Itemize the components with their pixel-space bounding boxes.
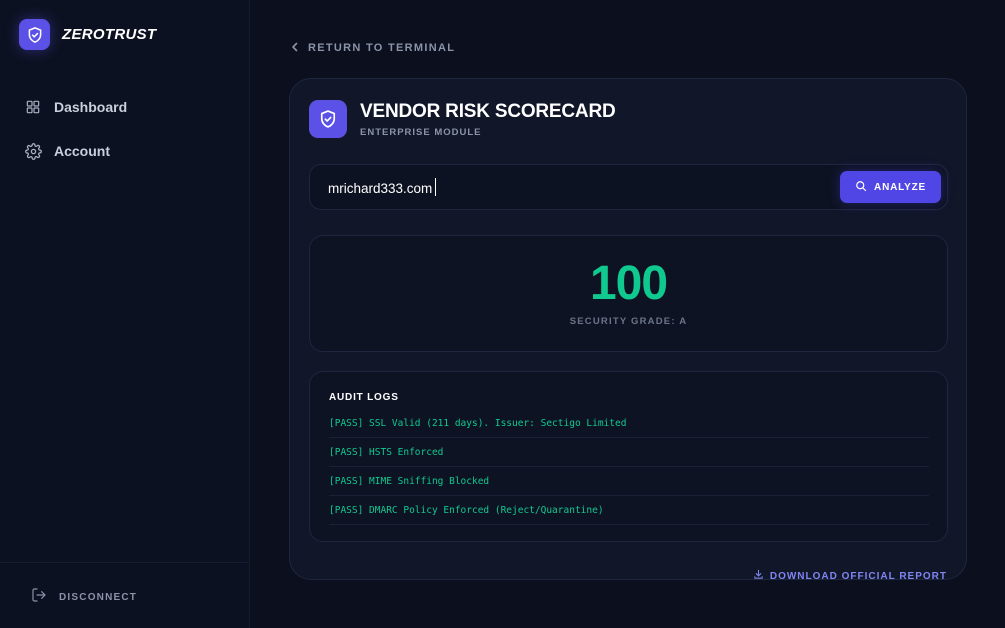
page-title: VENDOR RISK SCORECARD <box>360 100 616 122</box>
sidebar-item-account[interactable]: Account <box>24 140 127 162</box>
sidebar-item-label: Account <box>54 143 110 159</box>
search-icon <box>855 180 867 195</box>
scorecard-card: VENDOR RISK SCORECARD ENTERPRISE MODULE … <box>289 78 967 582</box>
audit-log-entry: [PASS] MIME Sniffing Blocked <box>329 467 929 496</box>
text-caret <box>435 178 436 196</box>
brand-name: ZEROTRUST <box>62 26 157 43</box>
audit-log-entry: [PASS] HSTS Enforced <box>329 438 929 467</box>
audit-logs-panel: AUDIT LOGS [PASS] SSL Valid (211 days). … <box>309 371 948 542</box>
sidebar-item-label: Dashboard <box>54 99 128 115</box>
return-label: RETURN TO TERMINAL <box>308 42 456 54</box>
audit-log-entry: [PASS] SSL Valid (211 days). Issuer: Sec… <box>329 409 929 438</box>
grid-icon <box>24 98 42 116</box>
audit-log-entry: [PASS] DMARC Policy Enforced (Reject/Qua… <box>329 496 929 525</box>
disconnect-label: DISCONNECT <box>59 592 138 603</box>
return-to-terminal-link[interactable]: RETURN TO TERMINAL <box>291 39 455 57</box>
download-label: DOWNLOAD OFFICIAL REPORT <box>769 570 947 582</box>
logout-icon <box>31 587 47 608</box>
analyze-label: ANALYZE <box>874 181 926 193</box>
sidebar: ZEROTRUST Dashboard Account DISCONNECT <box>0 0 250 628</box>
domain-input[interactable] <box>328 177 818 199</box>
audit-logs-title: AUDIT LOGS <box>329 392 399 403</box>
audit-log-list: [PASS] SSL Valid (211 days). Issuer: Sec… <box>329 409 929 525</box>
disconnect-button[interactable]: DISCONNECT <box>31 587 137 608</box>
page-subtitle: ENTERPRISE MODULE <box>360 126 482 138</box>
download-icon <box>753 567 764 585</box>
sidebar-nav: Dashboard Account <box>24 96 127 184</box>
brand[interactable]: ZEROTRUST <box>19 19 156 50</box>
gear-icon <box>24 142 42 160</box>
shield-check-icon <box>309 100 347 138</box>
security-score: 100 <box>589 257 668 310</box>
sidebar-footer: DISCONNECT <box>0 562 249 628</box>
sidebar-item-dashboard[interactable]: Dashboard <box>24 96 127 118</box>
card-header: VENDOR RISK SCORECARD ENTERPRISE MODULE <box>309 100 616 138</box>
analyze-button[interactable]: ANALYZE <box>840 171 941 203</box>
score-panel: 100 SECURITY GRADE: A <box>309 235 948 352</box>
security-grade: SECURITY GRADE: A <box>569 316 688 327</box>
domain-search-box: ANALYZE <box>309 164 948 210</box>
chevron-left-icon <box>291 39 299 57</box>
download-report-link[interactable]: DOWNLOAD OFFICIAL REPORT <box>753 567 947 585</box>
shield-check-icon <box>19 19 50 50</box>
